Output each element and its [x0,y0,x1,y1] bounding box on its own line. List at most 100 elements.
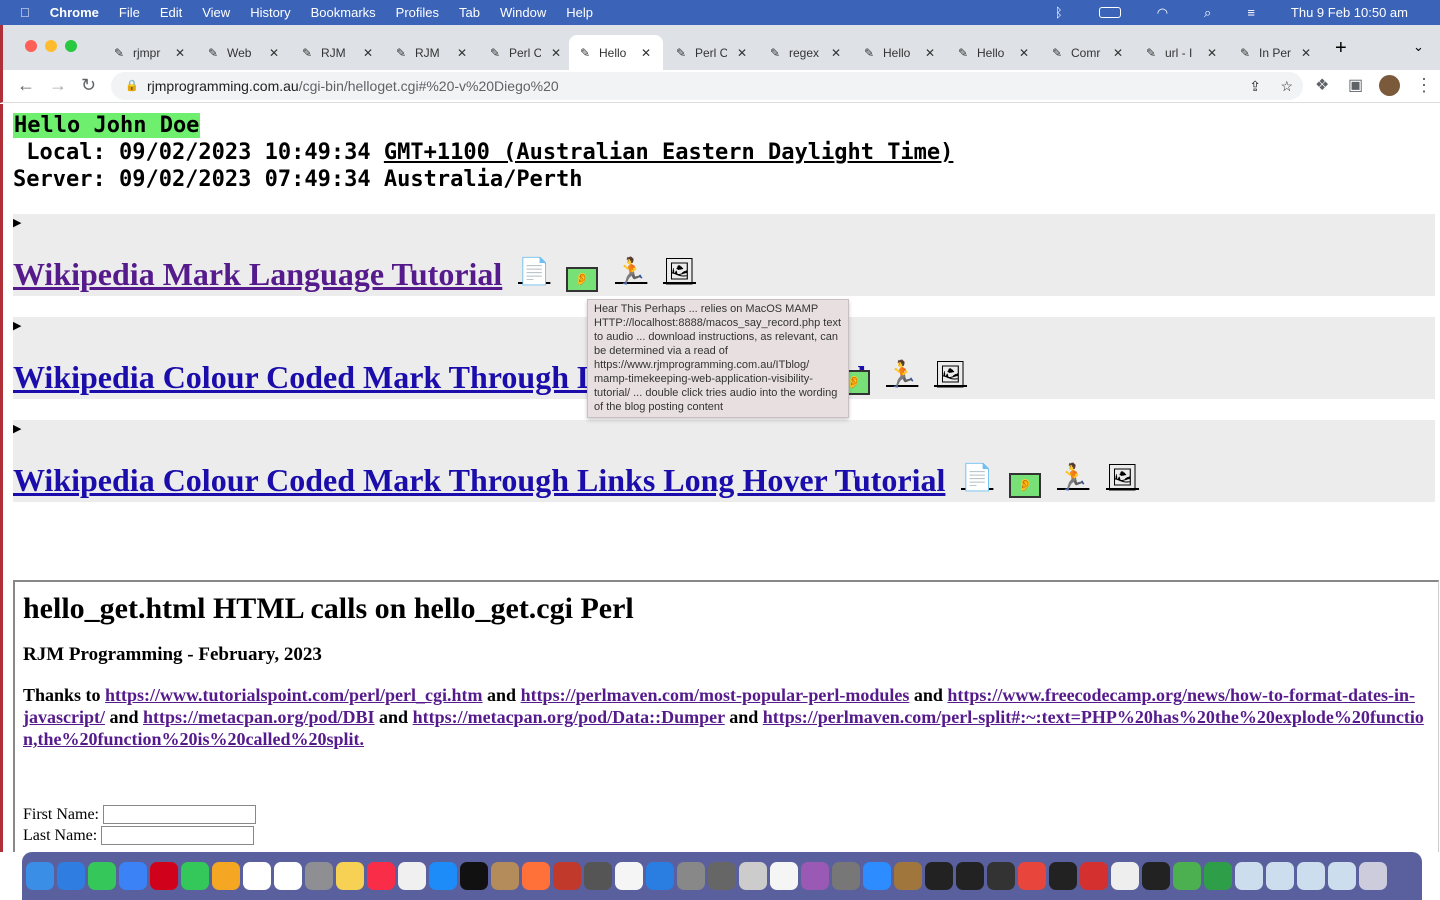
news-icon[interactable] [398,862,426,890]
tab[interactable]: ✎ regex ✕ [759,35,851,70]
folder2-icon[interactable] [1266,862,1294,890]
facetime-icon[interactable] [181,862,209,890]
reminders-icon[interactable] [274,862,302,890]
close-tab-icon[interactable]: ✕ [1019,46,1029,60]
document-icon[interactable]: 📄 [518,256,550,287]
tab[interactable]: ✎ Hello ✕ [569,35,663,70]
profile-avatar[interactable] [1379,75,1400,96]
tab-search-chevron-icon[interactable]: ⌄ [1413,39,1424,55]
reference-link[interactable]: https://www.tutorialspoint.com/perl/perl… [105,685,482,705]
ear-icon[interactable]: 👂 [1009,473,1041,498]
archive-icon[interactable] [894,862,922,890]
menu-view[interactable]: View [202,5,230,20]
bluetooth-icon[interactable]: ᛒ [1055,5,1063,20]
ear-icon[interactable]: 👂 [566,267,598,292]
close-tab-icon[interactable]: ✕ [1301,46,1311,60]
terminal2-icon[interactable] [1142,862,1170,890]
close-tab-icon[interactable]: ✕ [925,46,935,60]
runner-icon[interactable]: 🏃 [886,359,918,390]
tab[interactable]: ✎ Hello ✕ [947,35,1039,70]
address-bar[interactable]: 🔒 rjmprogramming.com.au/cgi-bin/helloget… [111,72,1303,100]
close-window-button[interactable] [25,40,37,52]
quicktime-icon[interactable] [987,862,1015,890]
tab[interactable]: ✎ url - I ✕ [1135,35,1227,70]
notes-icon[interactable] [336,862,364,890]
calculator-icon[interactable] [584,862,612,890]
textedit2-icon[interactable] [1111,862,1139,890]
back-button[interactable]: ← [17,75,35,96]
opera-icon[interactable] [150,862,178,890]
tab[interactable]: ✎ Web ✕ [197,35,289,70]
terminal-icon[interactable] [956,862,984,890]
maps-icon[interactable] [1173,862,1201,890]
trash-icon[interactable] [1359,862,1387,890]
new-tab-button[interactable]: + [1335,37,1347,60]
reference-link[interactable]: https://metacpan.org/pod/Data::Dumper [413,707,725,727]
launchpad-icon[interactable] [305,862,333,890]
share-icon[interactable]: ⇪ [1249,72,1261,100]
intellij-icon[interactable] [925,862,953,890]
runner-icon[interactable]: 🏃 [615,256,647,287]
finder-icon[interactable] [26,862,54,890]
side-panel-icon[interactable]: ▣ [1348,75,1363,95]
disclosure-triangle-icon[interactable]: ▶ [13,422,21,435]
zoom-window-button[interactable] [65,40,77,52]
wifi-icon[interactable]: ◠ [1157,5,1168,21]
disclosure-triangle-icon[interactable]: ▶ [13,319,21,332]
runner-icon[interactable]: 🏃 [1057,462,1089,493]
numbers-icon[interactable] [1204,862,1232,890]
picture-icon[interactable]: 🖼 [663,256,696,287]
menu-window[interactable]: Window [500,5,546,20]
close-tab-icon[interactable]: ✕ [737,46,747,60]
tab[interactable]: ✎ Comr ✕ [1041,35,1133,70]
menu-help[interactable]: Help [566,5,593,20]
last-name-input[interactable] [101,826,255,845]
podcasts-icon[interactable] [801,862,829,890]
extensions-icon[interactable]: ❖ [1315,75,1329,95]
chrome-icon[interactable] [1018,862,1046,890]
close-tab-icon[interactable]: ✕ [1113,46,1123,60]
folder1-icon[interactable] [1235,862,1263,890]
spotlight-icon[interactable]: ⌕ [1204,5,1211,21]
folder4-icon[interactable] [1328,862,1356,890]
menu-bookmarks[interactable]: Bookmarks [311,5,376,20]
photos-icon[interactable] [212,862,240,890]
menu-edit[interactable]: Edit [160,5,182,20]
firefox-icon[interactable] [522,862,550,890]
zoom-icon[interactable] [863,862,891,890]
app-store-icon[interactable] [429,862,457,890]
menu-history[interactable]: History [250,5,290,20]
gimp-icon[interactable] [708,862,736,890]
tutorial-link[interactable]: Wikipedia Mark Language Tutorial [13,256,502,293]
menu-tab[interactable]: Tab [459,5,480,20]
close-tab-icon[interactable]: ✕ [363,46,373,60]
gimp2-icon[interactable] [832,862,860,890]
music-icon[interactable] [367,862,395,890]
reference-link[interactable]: https://perlmaven.com/most-popular-perl-… [521,685,910,705]
chess-icon[interactable] [491,862,519,890]
forward-button[interactable]: → [49,75,67,96]
close-tab-icon[interactable]: ✕ [457,46,467,60]
calendar-icon[interactable] [243,862,271,890]
close-tab-icon[interactable]: ✕ [641,46,651,60]
reload-button[interactable]: ↻ [81,75,96,96]
minimize-window-button[interactable] [45,40,57,52]
bbedit-icon[interactable] [615,862,643,890]
tab[interactable]: ✎ RJM ✕ [291,35,383,70]
close-tab-icon[interactable]: ✕ [175,46,185,60]
menu-app-chrome[interactable]: Chrome [50,5,99,20]
filezilla-icon[interactable] [553,862,581,890]
close-tab-icon[interactable]: ✕ [1207,46,1217,60]
tab[interactable]: ✎ Perl C ✕ [665,35,757,70]
close-tab-icon[interactable]: ✕ [831,46,841,60]
first-name-input[interactable] [103,805,256,824]
tab[interactable]: ✎ rjmpr ✕ [103,35,195,70]
textedit-icon[interactable] [770,862,798,890]
tab[interactable]: ✎ RJM ✕ [385,35,477,70]
picture-icon[interactable]: 🖼 [934,359,967,390]
safari-icon[interactable] [57,862,85,890]
acrobat-icon[interactable] [1080,862,1108,890]
messages-icon[interactable] [88,862,116,890]
close-tab-icon[interactable]: ✕ [551,46,561,60]
mail-icon[interactable] [119,862,147,890]
